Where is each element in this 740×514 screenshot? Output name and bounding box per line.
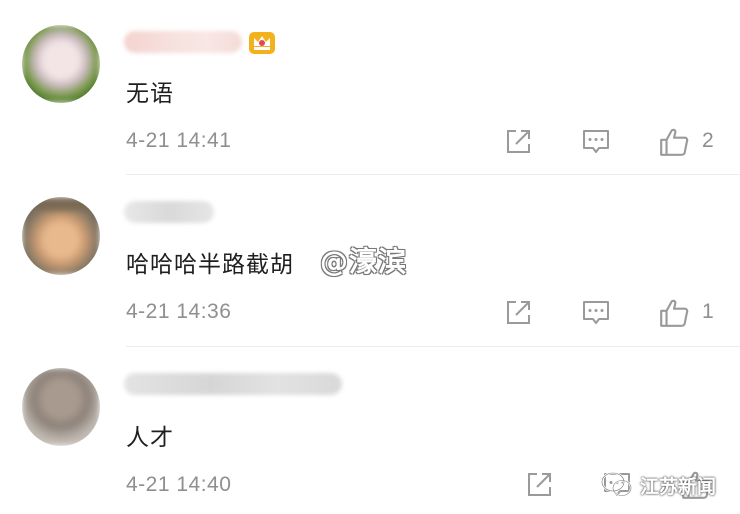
avatar[interactable] [22,25,100,103]
source-name: 江苏新闻 [640,475,717,498]
share-icon[interactable] [524,470,554,500]
username-blurred[interactable] [124,31,242,53]
comment-time: 4-21 14:41 [126,129,232,152]
wechat-icon [600,471,633,497]
comment-text: 人才 [126,425,174,451]
comment-item: 无语 4-21 14:41 2 [0,0,740,171]
comment-text: 哈哈哈半路截胡 [126,252,294,278]
reply-icon[interactable] [581,127,611,157]
reply-icon[interactable] [581,298,611,328]
thumbs-up-icon[interactable] [658,126,690,158]
username-blurred[interactable] [124,373,342,395]
share-icon[interactable] [503,298,533,328]
source-watermark: 江苏新闻 [600,468,716,502]
thumbs-up-icon[interactable] [658,297,690,329]
avatar[interactable] [22,368,100,446]
comment-time: 4-21 14:36 [126,300,232,323]
comment-text: 无语 [126,81,174,107]
avatar[interactable] [22,197,100,275]
like-count: 2 [702,129,714,152]
share-icon[interactable] [503,127,533,157]
watermark-text: @濠滨 [320,245,408,278]
like-count: 1 [702,300,714,323]
username-blurred[interactable] [124,201,214,223]
vip-crown-badge-icon [249,32,275,54]
comment-time: 4-21 14:40 [126,473,232,496]
